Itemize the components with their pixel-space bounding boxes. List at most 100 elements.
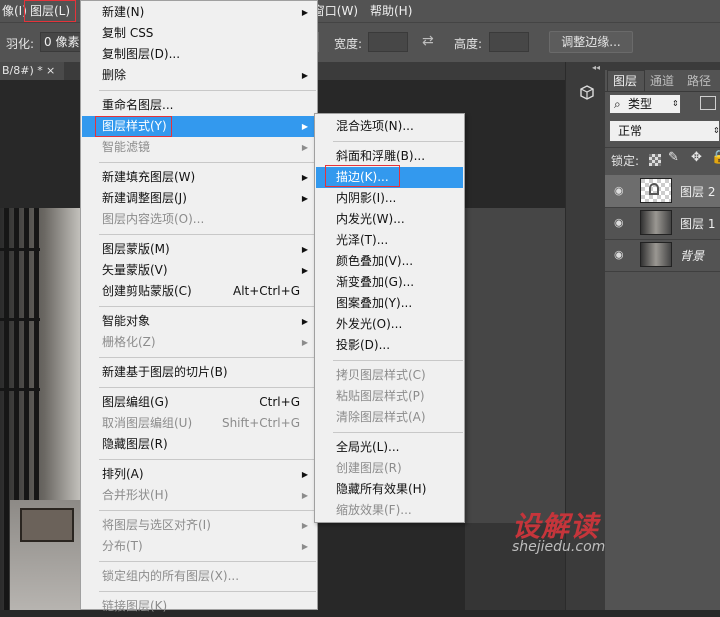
- layer-menu-item-label: 隐藏图层(R): [102, 437, 168, 451]
- width-input[interactable]: [368, 32, 408, 52]
- layer-menu-item[interactable]: 重命名图层...: [82, 95, 316, 116]
- submenu-arrow-icon: ▶: [301, 194, 308, 203]
- menu-help[interactable]: 帮助(H): [370, 0, 412, 22]
- blend-mode-select[interactable]: 正常 ⇕: [609, 120, 720, 142]
- style-menu-item[interactable]: 混合选项(N)...: [316, 116, 463, 137]
- menu-separator: [99, 561, 316, 562]
- layer-menu-item: 栅格化(Z) ▶: [82, 332, 316, 353]
- search-icon: ⌕: [614, 97, 621, 111]
- style-menu-item[interactable]: 内阴影(I)...: [316, 188, 463, 209]
- highlight-outline: [95, 116, 172, 137]
- height-input[interactable]: [489, 32, 529, 52]
- feather-input[interactable]: 0 像素: [40, 32, 82, 52]
- menu-layer[interactable]: 图层(L): [24, 0, 76, 22]
- style-menu-item[interactable]: 颜色叠加(V)...: [316, 251, 463, 272]
- style-menu-item[interactable]: 内发光(W)...: [316, 209, 463, 230]
- menu-window[interactable]: 窗口(W): [314, 0, 358, 22]
- layer-menu-item[interactable]: 新建填充图层(W) ▶: [82, 167, 316, 188]
- refine-edge-button[interactable]: 调整边缘...: [549, 31, 633, 53]
- layer-thumbnail: [640, 178, 672, 203]
- menu-separator: [99, 591, 316, 592]
- style-menu-item-label: 混合选项(N)...: [336, 119, 414, 133]
- lock-brush-icon[interactable]: ✎: [668, 150, 679, 165]
- layer-row[interactable]: ◉ 背景: [605, 239, 720, 272]
- style-menu-item-label: 投影(D)...: [336, 338, 391, 352]
- layer-menu-item-label: 新建填充图层(W): [102, 170, 196, 184]
- style-menu-item[interactable]: 全局光(L)...: [316, 437, 463, 458]
- document-tab[interactable]: B/8#) * ×: [0, 62, 64, 80]
- lock-label: 锁定:: [611, 154, 640, 168]
- layer-menu-item: 分布(T) ▶: [82, 536, 316, 557]
- layer-menu-item: 智能滤镜 ▶: [82, 137, 316, 158]
- layer-thumbnail: [640, 210, 672, 235]
- style-menu-item[interactable]: 图案叠加(Y)...: [316, 293, 463, 314]
- style-menu-item-label: 缩放效果(F)...: [336, 503, 412, 517]
- 3d-cube-icon[interactable]: [578, 84, 596, 102]
- layer-menu-item-label: 取消图层编组(U): [102, 416, 193, 430]
- layer-menu-item[interactable]: 图层编组(G) Ctrl+G: [82, 392, 316, 413]
- image-filter-icon[interactable]: [700, 96, 716, 110]
- layer-row[interactable]: ◉ 图层 1: [605, 207, 720, 240]
- layer-menu-item[interactable]: 智能对象 ▶: [82, 311, 316, 332]
- highlight-outline: [325, 165, 400, 187]
- style-menu-item[interactable]: 隐藏所有效果(H): [316, 479, 463, 500]
- layer-menu-item[interactable]: 隐藏图层(R): [82, 434, 316, 455]
- eye-icon[interactable]: ◉: [614, 216, 628, 230]
- tab-layers[interactable]: 图层: [613, 72, 637, 90]
- layer-menu-item[interactable]: 复制图层(D)...: [82, 44, 316, 65]
- feather-label: 羽化:: [6, 37, 35, 51]
- menu-separator: [99, 510, 316, 511]
- eye-icon[interactable]: ◉: [614, 248, 628, 262]
- tab-channels[interactable]: 通道: [650, 72, 674, 90]
- lock-move-icon[interactable]: ✥: [691, 150, 702, 165]
- layer-menu-item-label: 图层蒙版(M): [102, 242, 170, 256]
- layer-menu-item[interactable]: 新建调整图层(J) ▶: [82, 188, 316, 209]
- layer-menu-item-label: 智能对象: [102, 314, 151, 328]
- lock-all-icon[interactable]: 🔒: [711, 150, 720, 165]
- layer-name[interactable]: 图层 1: [680, 215, 715, 232]
- close-icon[interactable]: ×: [46, 62, 55, 80]
- eye-icon[interactable]: ◉: [614, 184, 628, 198]
- menu-separator: [99, 387, 316, 388]
- menu-separator: [333, 432, 463, 433]
- layer-menu-item[interactable]: 新建(N) ▶: [82, 2, 316, 23]
- layer-menu-item[interactable]: 新建基于图层的切片(B): [82, 362, 316, 383]
- layer-name[interactable]: 图层 2: [680, 183, 715, 200]
- layer-menu-item-label: 栅格化(Z): [102, 335, 156, 349]
- layer-menu-item-label: 合并形状(H): [102, 488, 169, 502]
- submenu-arrow-icon: ▶: [301, 470, 308, 479]
- layer-menu-item-label: 复制图层(D)...: [102, 47, 181, 61]
- blend-mode-label: 正常: [618, 124, 643, 138]
- layer-menu-item-label: 新建(N): [102, 5, 145, 19]
- style-menu-item[interactable]: 光泽(T)...: [316, 230, 463, 251]
- layer-menu-item-label: 链接图层(K): [102, 599, 168, 613]
- layer-menu-item[interactable]: 删除 ▶: [82, 65, 316, 86]
- layer-menu-item[interactable]: 矢量蒙版(V) ▶: [82, 260, 316, 281]
- style-menu-item[interactable]: 斜面和浮雕(B)...: [316, 146, 463, 167]
- layer-menu-item-label: 分布(T): [102, 539, 143, 553]
- height-label: 高度:: [454, 37, 483, 51]
- layer-name[interactable]: 背景: [680, 247, 704, 264]
- layer-menu-item-label: 图层编组(G): [102, 395, 169, 409]
- lock-transparent-icon[interactable]: [649, 154, 661, 166]
- layer-menu: 新建(N) ▶ 复制 CSS 复制图层(D)... 删除 ▶ 重命名图层... 图层样式(Y)…: [80, 0, 318, 613]
- layer-menu-item[interactable]: 排列(A) ▶: [82, 464, 316, 485]
- layer-menu-item-label: 新建调整图层(J): [102, 191, 187, 205]
- submenu-arrow-icon: ▶: [301, 521, 308, 530]
- style-menu-item[interactable]: 外发光(O)...: [316, 314, 463, 335]
- layer-menu-item[interactable]: 创建剪贴蒙版(C) Alt+Ctrl+G: [82, 281, 316, 302]
- layer-menu-item[interactable]: 图层蒙版(M) ▶: [82, 239, 316, 260]
- style-menu-item[interactable]: 渐变叠加(G)...: [316, 272, 463, 293]
- layer-menu-item-label: 创建剪贴蒙版(C): [102, 284, 192, 298]
- shortcut-label: Alt+Ctrl+G: [232, 284, 300, 298]
- style-menu-item[interactable]: 投影(D)...: [316, 335, 463, 356]
- layer-row[interactable]: ◉ 图层 2: [605, 175, 720, 208]
- swap-icon[interactable]: ⇄: [422, 33, 434, 49]
- style-menu-item-label: 斜面和浮雕(B)...: [336, 149, 426, 163]
- layer-menu-item-label: 矢量蒙版(V): [102, 263, 168, 277]
- filter-kind-select[interactable]: ⌕ 类型 ⇕: [609, 94, 681, 114]
- tab-paths[interactable]: 路径: [687, 72, 711, 90]
- layer-menu-item[interactable]: 复制 CSS: [82, 23, 316, 44]
- collapse-icon[interactable]: ◂◂: [592, 63, 600, 72]
- style-menu-item-label: 光泽(T)...: [336, 233, 389, 247]
